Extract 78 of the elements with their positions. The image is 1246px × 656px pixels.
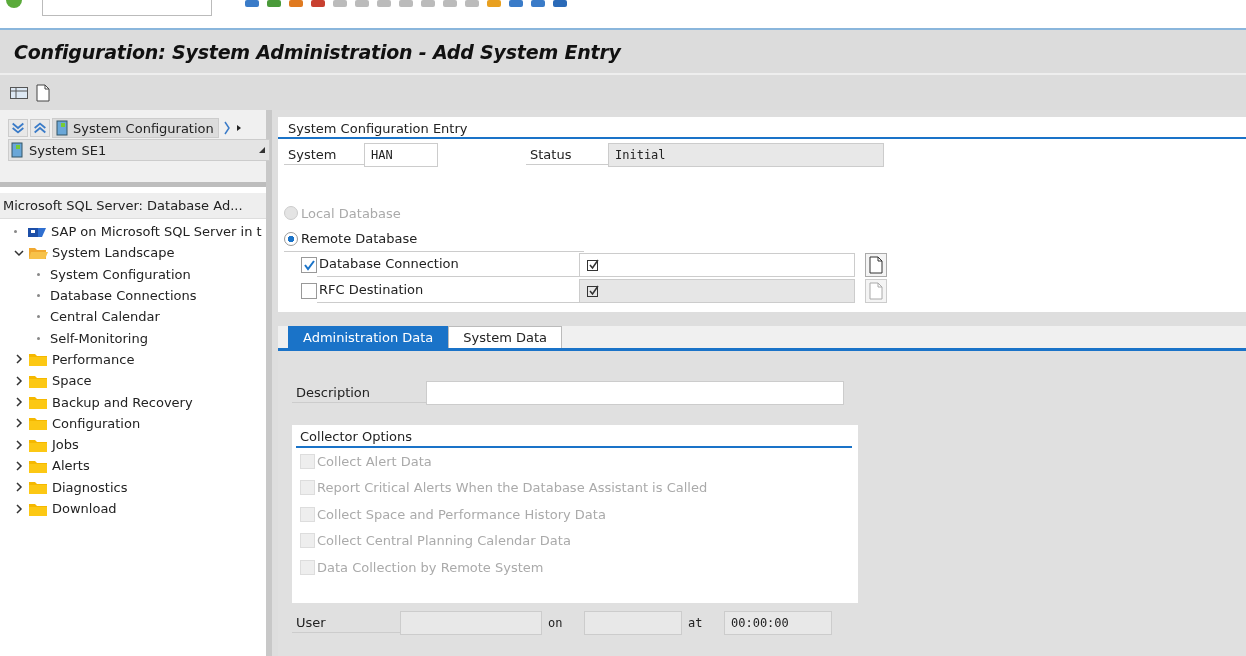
create-button[interactable] <box>865 253 887 277</box>
window-title: Configuration: System Administration - Add System Entry <box>14 40 621 63</box>
system-icon <box>11 142 25 158</box>
tree-header: Microsoft SQL Server: Database Ad... <box>0 193 266 219</box>
group-title: Collector Options <box>296 425 852 448</box>
toolbar-icon[interactable] <box>530 0 546 8</box>
bullet-icon <box>37 315 40 319</box>
bullet-icon <box>14 230 17 234</box>
checkbox-label: Collect Alert Data <box>317 453 432 469</box>
toolbar-icon[interactable] <box>486 0 502 8</box>
collapse-all-icon[interactable] <box>30 119 50 137</box>
expand-all-icon[interactable] <box>8 119 28 137</box>
expand-icon[interactable] <box>14 375 24 386</box>
tree-item[interactable]: Space <box>52 373 92 389</box>
tree-item[interactable]: SAP on Microsoft SQL Server in t <box>51 224 262 240</box>
tree-item[interactable]: Self-Monitoring <box>50 330 148 346</box>
command-field[interactable] <box>42 0 212 16</box>
system-dropdown[interactable]: System SE1 <box>8 139 270 161</box>
status-field: Initial <box>608 143 884 167</box>
checkbox-label: Collect Central Planning Calendar Data <box>317 533 571 549</box>
expand-icon[interactable] <box>14 482 24 493</box>
radio-button[interactable] <box>284 231 298 246</box>
tree-item[interactable]: Diagnostics <box>52 479 128 495</box>
toolbar-icon[interactable] <box>552 0 568 8</box>
tree-item[interactable]: Database Connections <box>50 288 197 304</box>
collapse-icon[interactable] <box>14 247 24 258</box>
folder-icon <box>28 394 48 410</box>
tree-item[interactable]: Configuration <box>52 415 141 431</box>
bullet-icon <box>37 272 40 276</box>
toolbar-icon[interactable] <box>288 0 304 8</box>
toolbar-icon[interactable] <box>310 0 326 8</box>
folder-icon <box>28 351 48 368</box>
expand-icon[interactable] <box>14 503 24 514</box>
checkbox-label: RFC Destination <box>317 279 579 303</box>
checkbox-label: Collect Space and Performance History Data <box>317 506 606 522</box>
tab[interactable]: System Data <box>448 326 562 348</box>
view-selector[interactable]: System Configuration <box>52 118 219 138</box>
expand-icon[interactable] <box>14 397 24 407</box>
checkbox-icon <box>586 284 600 298</box>
expand-icon[interactable] <box>14 460 24 471</box>
tree-item[interactable]: Performance <box>52 351 135 367</box>
checkbox[interactable] <box>301 257 317 273</box>
toolbar-icon[interactable] <box>266 0 282 8</box>
description-field[interactable] <box>426 381 844 405</box>
tree-item[interactable]: System Configuration <box>50 266 191 282</box>
folder-icon <box>28 415 48 432</box>
tree-item[interactable]: Central Calendar <box>50 309 160 325</box>
layout-icon[interactable] <box>10 85 28 100</box>
tree-item[interactable]: Backup and Recovery <box>52 394 193 410</box>
tree-item[interactable]: Alerts <box>52 458 90 474</box>
radio-label: Remote Database <box>301 231 418 246</box>
checkbox-label: Data Collection by Remote System <box>317 559 544 575</box>
toolbar-icon[interactable] <box>244 0 260 8</box>
connection-field[interactable] <box>579 253 855 277</box>
field-label: at <box>687 614 704 632</box>
field-label: on <box>547 614 564 632</box>
checkbox-label: Report Critical Alerts When the Database Assistant is Called <box>317 480 708 496</box>
dropdown-icon <box>259 147 265 153</box>
expand-icon[interactable] <box>14 418 24 429</box>
tab[interactable]: Administration Data <box>288 326 449 348</box>
tree-item[interactable]: Jobs <box>52 437 79 453</box>
system-icon <box>55 120 71 136</box>
expand-icon[interactable] <box>14 439 24 450</box>
enter-icon[interactable] <box>6 0 22 8</box>
checkbox-icon <box>586 258 600 272</box>
bullet-icon <box>37 336 40 340</box>
system-field[interactable]: HAN <box>364 143 438 167</box>
document-icon[interactable] <box>36 83 50 102</box>
radio-label: Local Database <box>301 205 401 221</box>
expand-icon[interactable] <box>14 354 24 365</box>
checkbox-label: Database Connection <box>317 253 579 277</box>
tree-item[interactable]: Download <box>52 501 117 516</box>
section-title: System Configuration Entry <box>278 121 1246 139</box>
time-field: 00:00:00 <box>724 610 832 635</box>
bullet-icon <box>37 294 40 298</box>
toolbar-icon[interactable] <box>508 0 524 8</box>
folder-icon <box>28 479 48 496</box>
tree-item[interactable]: System Landscape <box>52 245 175 261</box>
